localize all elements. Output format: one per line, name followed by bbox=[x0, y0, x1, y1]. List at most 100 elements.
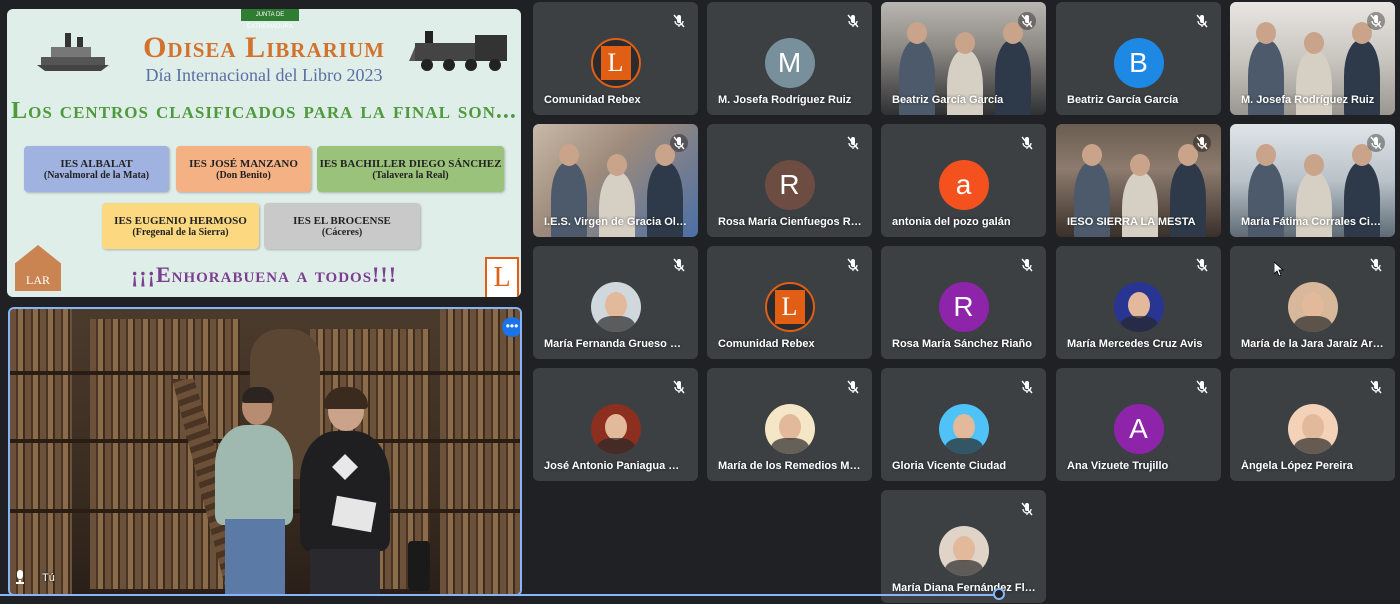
mic-off-icon bbox=[844, 256, 862, 274]
participant-tile[interactable]: María Fátima Corrales Cisn... bbox=[1230, 124, 1395, 237]
slide-title: Odisea Librarium bbox=[143, 31, 385, 64]
participant-tile[interactable]: María de la Jara Jaraíz Arias bbox=[1230, 246, 1395, 359]
person-legs bbox=[310, 549, 380, 594]
school-box: IES EL BROCENSE (Cáceres) bbox=[264, 203, 420, 249]
mic-off-icon bbox=[1018, 134, 1036, 152]
rebex-logo-avatar: L bbox=[590, 38, 641, 89]
mic-off-icon bbox=[1018, 256, 1036, 274]
participant-name: Rosa María Sánchez Riaño bbox=[892, 338, 1032, 350]
mic-off-icon bbox=[844, 378, 862, 396]
participant-tile[interactable]: L Comunidad Rebex bbox=[707, 246, 872, 359]
mic-off-icon bbox=[1193, 378, 1211, 396]
mic-off-icon bbox=[844, 12, 862, 30]
bookshelf bbox=[10, 309, 72, 594]
avatar-photo bbox=[938, 526, 989, 577]
mic-off-icon bbox=[1367, 134, 1385, 152]
avatar: R bbox=[938, 282, 989, 333]
self-label: Tú bbox=[42, 572, 55, 584]
participant-tile[interactable]: B Beatriz García García bbox=[1056, 2, 1221, 115]
participant-name: Comunidad Rebex bbox=[544, 94, 641, 106]
slide-heading: Los centros clasificados para la final s… bbox=[11, 98, 517, 124]
mic-off-icon bbox=[670, 134, 688, 152]
school-box: IES JOSÉ MANZANO (Don Benito) bbox=[176, 146, 311, 192]
participant-tile[interactable]: R Rosa María Sánchez Riaño bbox=[881, 246, 1046, 359]
avatar-photo bbox=[590, 282, 641, 333]
mic-off-icon bbox=[1018, 500, 1036, 518]
participant-tile[interactable]: a antonia del pozo galán bbox=[881, 124, 1046, 237]
mouse-cursor-icon bbox=[1274, 262, 1284, 276]
avatar-photo bbox=[938, 404, 989, 455]
participant-tile[interactable]: M. Josefa Rodríguez Ruiz bbox=[1230, 2, 1395, 115]
mic-off-icon bbox=[1367, 256, 1385, 274]
participant-name: María de la Jara Jaraíz Arias bbox=[1241, 338, 1385, 350]
avatar: R bbox=[764, 160, 815, 211]
junta-badge: JUNTA DE EXTREMADURA bbox=[241, 9, 299, 30]
participant-name: María de los Remedios Mar... bbox=[718, 460, 862, 472]
avatar: M bbox=[764, 38, 815, 89]
participant-name: José Antonio Paniagua Mo... bbox=[544, 460, 688, 472]
more-options-icon: ••• bbox=[505, 319, 519, 333]
participant-tile[interactable]: Ángela López Pereira bbox=[1230, 368, 1395, 481]
mic-off-icon bbox=[1018, 378, 1036, 396]
participant-name: Beatriz García García bbox=[892, 94, 1004, 106]
participant-tile[interactable]: I.E.S. Virgen de Gracia Oliva... bbox=[533, 124, 698, 237]
mic-off-icon bbox=[1193, 12, 1211, 30]
participant-tile[interactable]: L Comunidad Rebex bbox=[533, 2, 698, 115]
slide-subtitle: Día Internacional del Libro 2023 bbox=[145, 65, 383, 85]
mic-off-icon bbox=[1367, 378, 1385, 396]
participant-name: IESO SIERRA LA MESTA bbox=[1067, 216, 1196, 228]
participant-name: María Fernanda Grueso Dá... bbox=[544, 338, 688, 350]
mic-off-icon bbox=[670, 12, 688, 30]
logo-letter: L bbox=[600, 46, 631, 81]
participant-name: M. Josefa Rodríguez Ruiz bbox=[1241, 94, 1375, 106]
participant-tile[interactable]: María de los Remedios Mar... bbox=[707, 368, 872, 481]
participant-tile[interactable]: José Antonio Paniagua Mo... bbox=[533, 368, 698, 481]
participant-tile[interactable]: Gloria Vicente Ciudad bbox=[881, 368, 1046, 481]
participant-name: Rosa María Cienfuegos Ra... bbox=[718, 216, 862, 228]
rebex-logo: L bbox=[485, 257, 519, 297]
person-body bbox=[215, 425, 293, 525]
avatar: A bbox=[1113, 404, 1164, 455]
camera-light bbox=[408, 541, 430, 591]
avatar-photo bbox=[1287, 404, 1338, 455]
avatar-photo bbox=[590, 404, 641, 455]
participant-tile[interactable]: R Rosa María Cienfuegos Ra... bbox=[707, 124, 872, 237]
participant-name: antonia del pozo galán bbox=[892, 216, 1011, 228]
seek-handle[interactable] bbox=[993, 588, 1005, 600]
school-box: IES BACHILLER DIEGO SÁNCHEZ (Talavera la … bbox=[317, 146, 504, 192]
participant-tile[interactable]: IESO SIERRA LA MESTA bbox=[1056, 124, 1221, 237]
participant-tile[interactable]: A Ana Vizuete Trujillo bbox=[1056, 368, 1221, 481]
participant-name: María Mercedes Cruz Avis bbox=[1067, 338, 1203, 350]
logo-letter: L bbox=[774, 290, 805, 325]
participant-name: Ángela López Pereira bbox=[1241, 460, 1353, 472]
avatar-photo bbox=[1287, 282, 1338, 333]
mic-off-icon bbox=[670, 378, 688, 396]
mic-off-icon bbox=[1193, 256, 1211, 274]
participant-tile[interactable]: M M. Josefa Rodríguez Ruiz bbox=[707, 2, 872, 115]
avatar-photo bbox=[764, 404, 815, 455]
avatar: a bbox=[938, 160, 989, 211]
person-legs bbox=[225, 519, 285, 594]
mic-off-icon bbox=[1193, 134, 1211, 152]
participant-tile[interactable]: Beatriz García García bbox=[881, 2, 1046, 115]
participant-tile[interactable]: María Mercedes Cruz Avis bbox=[1056, 246, 1221, 359]
seek-bar[interactable] bbox=[0, 594, 1000, 596]
participant-tile[interactable]: María Diana Fernández Flor... bbox=[881, 490, 1046, 603]
avatar: B bbox=[1113, 38, 1164, 89]
mic-off-icon bbox=[670, 256, 688, 274]
participant-name: Beatriz García García bbox=[1067, 94, 1179, 106]
person-body bbox=[300, 431, 390, 551]
mic-off-icon bbox=[1367, 12, 1385, 30]
self-video[interactable]: ••• bbox=[8, 307, 522, 596]
participant-name: María Diana Fernández Flor... bbox=[892, 582, 1036, 594]
participant-name: I.E.S. Virgen de Gracia Oliva... bbox=[544, 216, 688, 228]
slide-congrats: ¡¡¡Enhorabuena a todos!!! bbox=[130, 262, 398, 287]
presentation-slide: JUNTA DE EXTREMADURA Odisea Librarium Dí… bbox=[7, 9, 521, 297]
participant-tile[interactable]: María Fernanda Grueso Dá... bbox=[533, 246, 698, 359]
school-box: IES EUGENIO HERMOSO (Fregenal de la Sierr… bbox=[102, 203, 259, 249]
avatar-photo bbox=[1113, 282, 1164, 333]
rebex-logo-avatar: L bbox=[764, 282, 815, 333]
participant-name: Comunidad Rebex bbox=[718, 338, 815, 350]
more-options-button[interactable]: ••• bbox=[502, 317, 520, 337]
participant-name: M. Josefa Rodríguez Ruiz bbox=[718, 94, 852, 106]
